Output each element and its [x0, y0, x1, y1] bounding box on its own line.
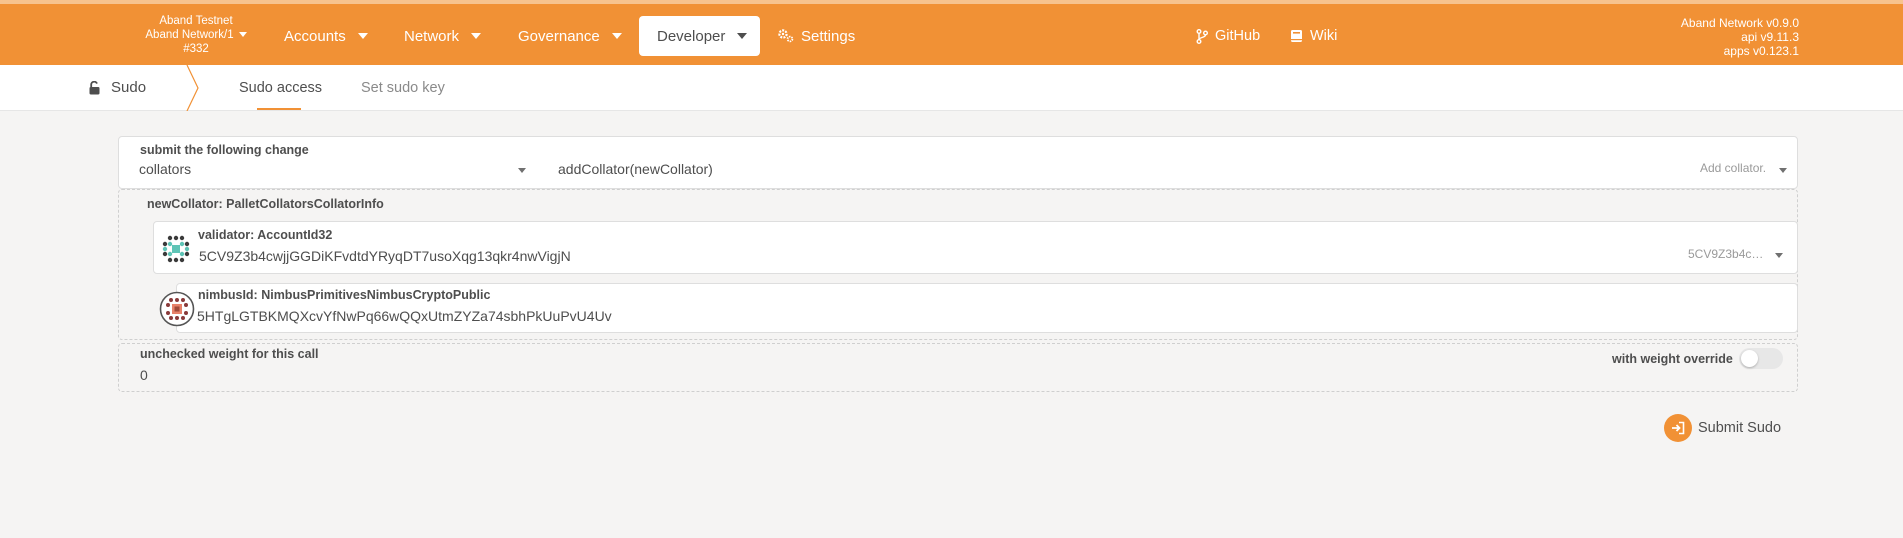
sudo-title: Sudo — [111, 79, 147, 96]
tab-set-sudo-key[interactable]: Set sudo key — [361, 80, 445, 96]
identicon — [162, 235, 190, 263]
apps-version: apps v0.123.1 — [1723, 44, 1799, 58]
param-new-collator-label: newCollator: PalletCollatorsCollatorInfo — [147, 197, 384, 211]
link-github[interactable]: GitHub — [1178, 16, 1278, 56]
chevron-down-icon — [611, 33, 622, 39]
chevron-down-icon — [1775, 253, 1783, 258]
validator-label: validator: AccountId32 — [198, 228, 333, 242]
active-tab-indicator — [257, 108, 301, 110]
menu-settings-label: Settings — [801, 27, 856, 45]
submit-sudo-button[interactable]: Submit Sudo — [1664, 414, 1781, 442]
weight-override-label: with weight override — [1612, 352, 1733, 366]
chevron-down-icon — [518, 168, 526, 173]
weight-override-toggle[interactable] — [1739, 348, 1783, 369]
call-selector: submit the following change collators ad… — [118, 136, 1798, 189]
identicon — [159, 291, 195, 327]
tab-sudo-access[interactable]: Sudo access — [239, 80, 322, 96]
version-info: Aband Network v0.9.0 api v9.11.3 apps v0… — [1681, 16, 1799, 58]
chain-name: Aband Testnet — [159, 15, 233, 27]
nimbus-label: nimbusId: NimbusPrimitivesNimbusCryptoPu… — [198, 288, 491, 302]
chain-selector[interactable]: Aband Testnet Aband Network/1 #332 — [136, 14, 256, 56]
book-icon — [1290, 29, 1303, 43]
sudo-root: Sudo — [88, 79, 146, 96]
menu-governance-label: Governance — [518, 27, 600, 45]
validator-short: 5CV9Z3b4c… — [1688, 247, 1764, 261]
link-wiki[interactable]: Wiki — [1272, 16, 1355, 56]
weight-label: unchecked weight for this call — [140, 347, 319, 361]
call-dropdown[interactable]: addCollator(newCollator) — [558, 161, 1778, 181]
chevron-down-icon — [471, 33, 482, 39]
top-navigation-bar: Aband Testnet Aband Network/1 #332 Accou… — [0, 0, 1903, 65]
menu-governance[interactable]: Governance — [500, 16, 640, 56]
menu-accounts-label: Accounts — [284, 27, 346, 45]
github-label: GitHub — [1215, 28, 1261, 44]
call-value: addCollator(newCollator) — [558, 161, 713, 177]
weight-value: 0 — [140, 367, 148, 383]
api-version: api v9.11.3 — [1741, 30, 1799, 44]
menu-developer[interactable]: Developer — [639, 16, 760, 56]
menu-settings[interactable]: Settings — [760, 16, 873, 56]
menu-accounts[interactable]: Accounts — [266, 16, 386, 56]
nimbus-value: 5HTgLGTBKMQXcvYfNwPq66wQQxUtmZYZa74sbhPk… — [197, 308, 612, 324]
wiki-label: Wiki — [1310, 28, 1338, 44]
node-version: Aband Network v0.9.0 — [1680, 16, 1799, 30]
pallet-dropdown[interactable]: collators — [139, 161, 547, 181]
toggle-knob — [1741, 350, 1758, 367]
sub-navigation: Sudo Sudo access Set sudo key — [0, 65, 1903, 111]
pallet-value: collators — [139, 161, 192, 177]
menu-network[interactable]: Network — [386, 16, 499, 56]
weight-container — [118, 343, 1798, 392]
sign-in-icon — [1664, 414, 1692, 442]
menu-network-label: Network — [404, 27, 460, 45]
submit-sudo-label: Submit Sudo — [1698, 420, 1782, 436]
chevron-down-icon — [238, 32, 247, 38]
block-number: #332 — [183, 43, 209, 55]
chevron-down-icon — [737, 33, 748, 39]
validator-value: 5CV9Z3b4cwjjGGDiKFvdtdYRyqDT7usoXqg13qkr… — [199, 248, 571, 264]
call-hint: Add collator. — [1700, 161, 1767, 175]
chain-network: Aband Network/1 — [145, 29, 234, 41]
github-branch-icon — [1196, 28, 1208, 44]
menu-developer-label: Developer — [657, 27, 726, 45]
chevron-down-icon — [1779, 168, 1787, 173]
breadcrumb-separator — [186, 65, 199, 111]
chevron-down-icon — [357, 33, 368, 39]
unlock-icon — [88, 80, 101, 95]
gear-icon — [778, 29, 794, 43]
submit-change-label: submit the following change — [140, 143, 309, 157]
